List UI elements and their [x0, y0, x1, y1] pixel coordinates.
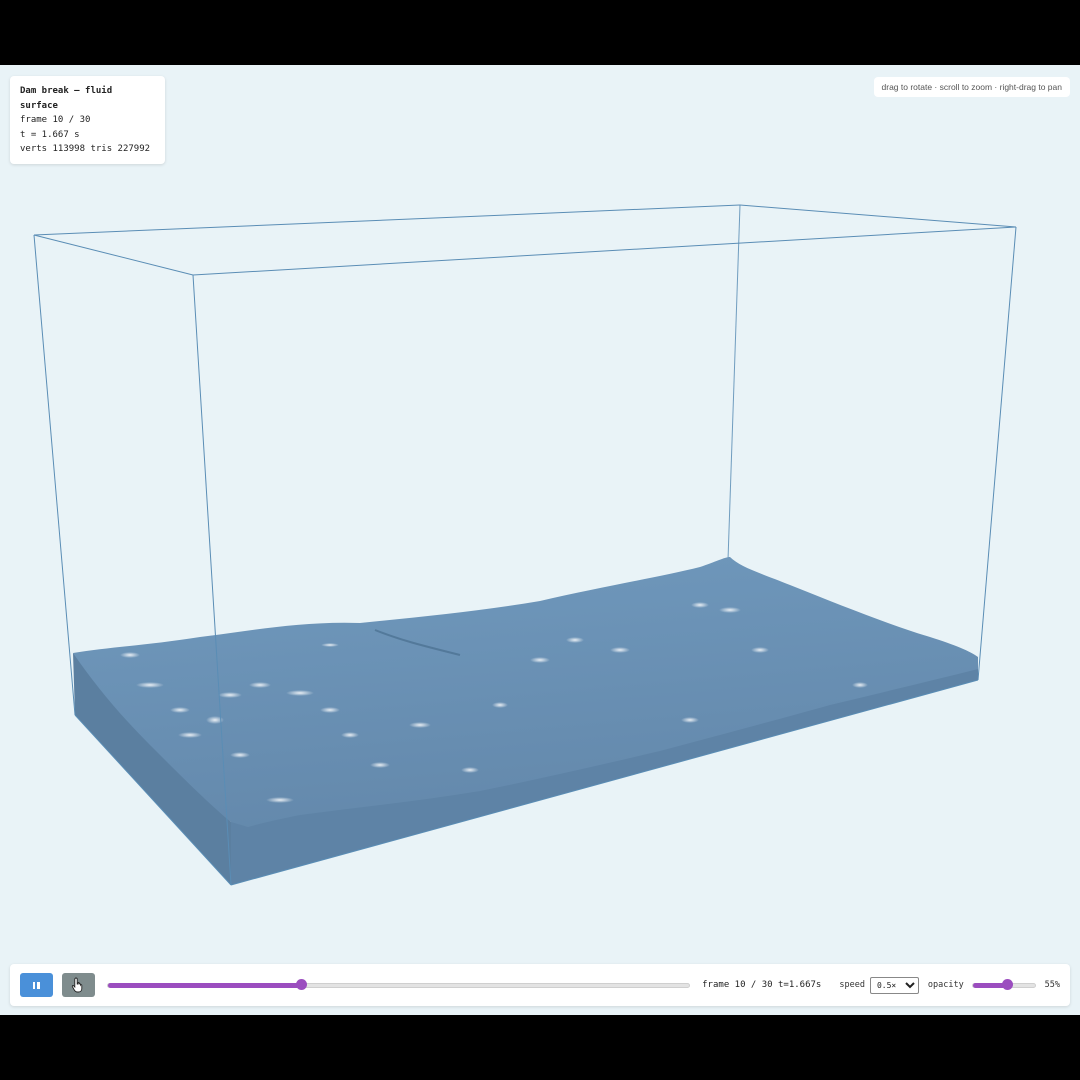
frame-time-label: frame 10 / 30 t=1.667s [702, 980, 822, 990]
time-readout: t = 1.667 s [20, 129, 80, 140]
frame-slider-thumb[interactable] [296, 978, 308, 990]
frame-slider[interactable] [106, 978, 691, 990]
opacity-slider[interactable] [971, 978, 1036, 990]
cursor-hand-icon [72, 977, 83, 993]
playback-controls: frame 10 / 30 t=1.667s speed 0.5× opacit… [10, 964, 1070, 1006]
opacity-slider-thumb[interactable] [1001, 978, 1013, 990]
water-surface [73, 557, 978, 885]
frame-slider-fill [107, 982, 302, 988]
opacity-value: 55% [1044, 980, 1060, 990]
opacity-label: opacity [927, 980, 964, 990]
speed-select[interactable]: 0.5× [869, 976, 919, 994]
frame-readout: frame 10 / 30 [20, 115, 91, 125]
navigation-hint: drag to rotate · scroll to zoom · right-… [873, 77, 1070, 97]
fluid-scene[interactable] [0, 65, 1080, 1015]
pause-button[interactable] [20, 973, 53, 997]
3d-viewport[interactable]: Dam break — fluid surface frame 10 / 30 … [0, 65, 1080, 1015]
pause-icon [32, 981, 41, 989]
tank-back-edges [727, 204, 741, 561]
info-panel: Dam break — fluid surface frame 10 / 30 … [10, 76, 165, 164]
speed-label: speed [839, 980, 865, 990]
step-button[interactable] [61, 973, 95, 997]
mesh-stats: verts 113998 tris 227992 [20, 144, 151, 154]
scene-title: Dam break — fluid surface [20, 86, 113, 111]
